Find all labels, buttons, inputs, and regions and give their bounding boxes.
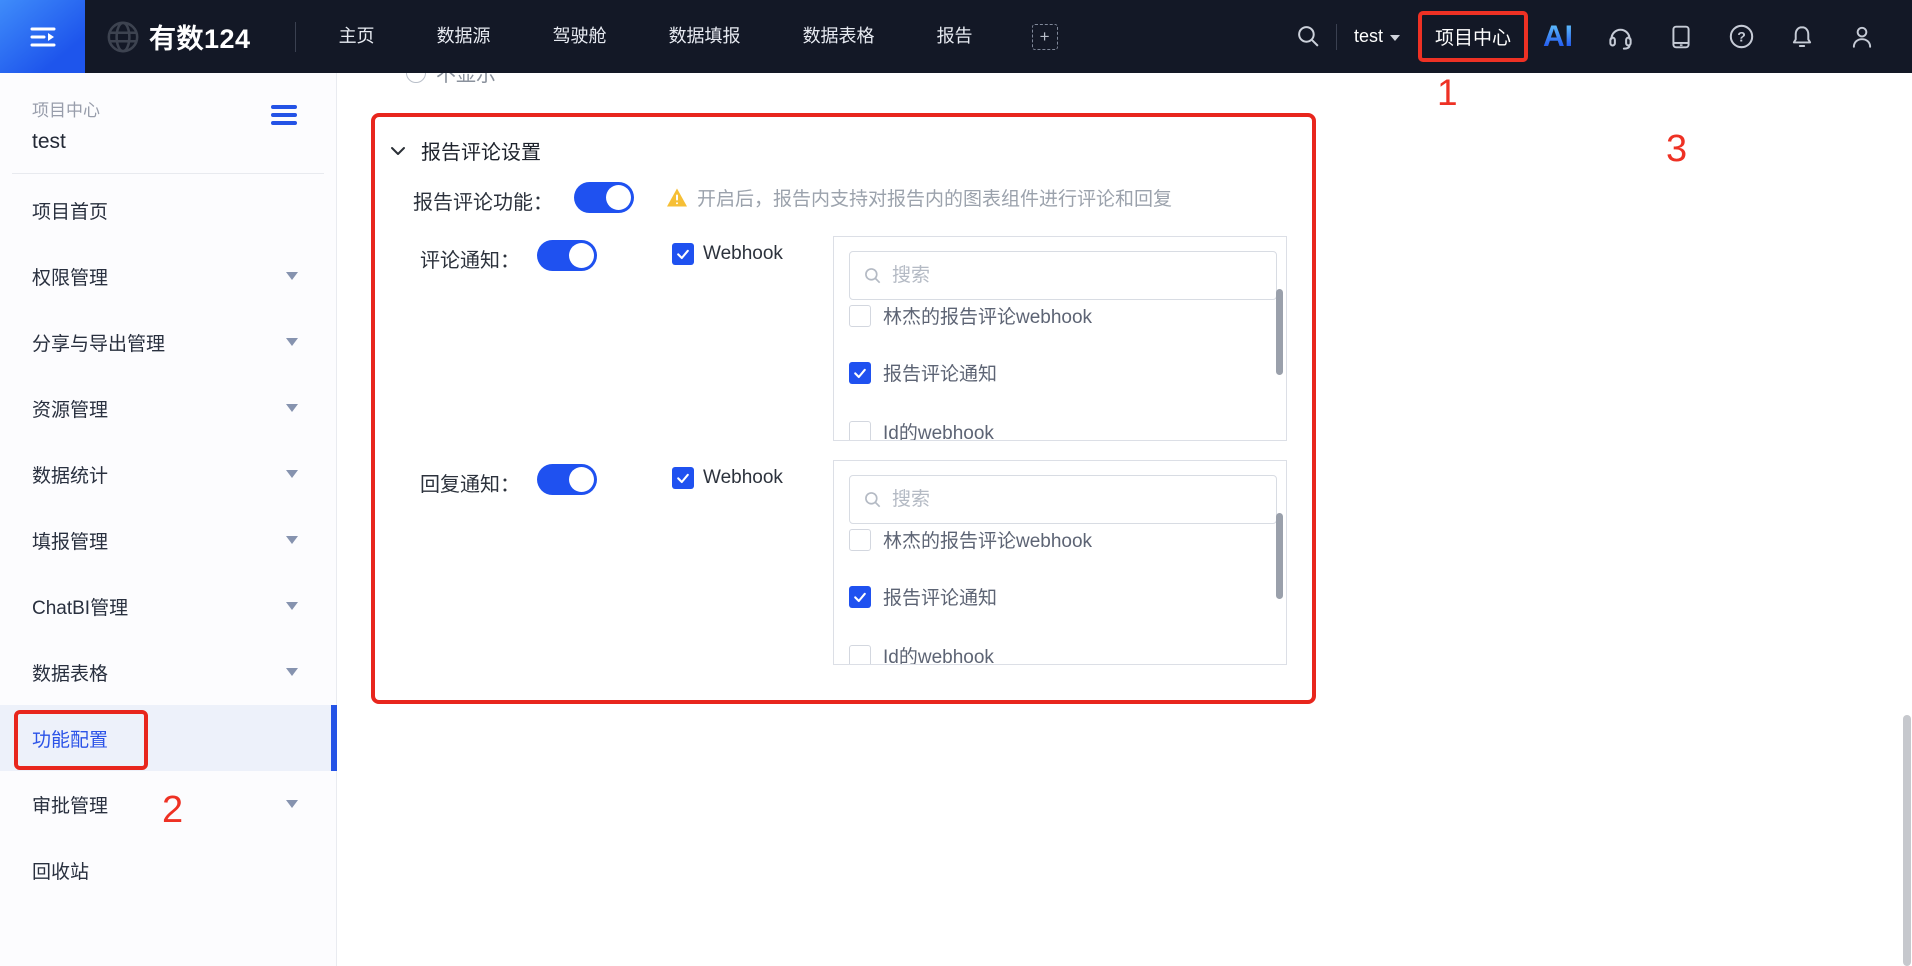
comment-webhook-checkbox[interactable]: Webhook xyxy=(672,243,783,265)
sidebar-item-share-export[interactable]: 分享与导出管理 xyxy=(0,309,336,375)
page-scrollbar-thumb[interactable] xyxy=(1903,715,1911,966)
checkbox-unchecked-icon xyxy=(849,645,871,666)
nav-item-home[interactable]: 主页 xyxy=(308,0,406,73)
navbar-divider xyxy=(1336,24,1337,50)
annotation-number-2: 2 xyxy=(162,791,183,829)
sidebar-item-fill-mgmt[interactable]: 填报管理 xyxy=(0,507,336,573)
caret-down-icon xyxy=(286,536,298,544)
checkbox-checked-icon xyxy=(672,243,694,265)
caret-down-icon xyxy=(286,800,298,808)
feature-toggle-label: 报告评论功能： xyxy=(413,186,553,215)
webhook-option[interactable]: 报告评论通知 xyxy=(849,583,997,610)
webhook-option[interactable]: Id的webhook xyxy=(849,642,994,665)
sidebar-item-chatbi[interactable]: ChatBI管理 xyxy=(0,573,336,639)
menu-collapse-icon xyxy=(28,23,58,51)
sidebar-item-permissions[interactable]: 权限管理 xyxy=(0,243,336,309)
caret-down-icon xyxy=(286,470,298,478)
reply-notify-toggle[interactable] xyxy=(537,464,597,495)
chevron-down-icon xyxy=(388,141,408,161)
primary-nav: 主页 数据源 驾驶舱 数据填报 数据表格 报告 xyxy=(308,0,1004,73)
sidebar-item-data-table[interactable]: 数据表格 xyxy=(0,639,336,705)
sidebar-menu-icon[interactable] xyxy=(271,105,297,129)
sidebar-item-resources[interactable]: 资源管理 xyxy=(0,375,336,441)
project-center-button[interactable]: 项目中心 xyxy=(1418,11,1528,62)
search-icon xyxy=(863,266,883,286)
comment-webhook-list: 林杰的报告评论webhook 报告评论通知 Id的webhook xyxy=(833,236,1287,441)
nav-item-dashboard[interactable]: 驾驶舱 xyxy=(522,0,638,73)
workspace-name: test xyxy=(1354,26,1383,47)
app-window: 有数124 主页 数据源 驾驶舱 数据填报 数据表格 报告 + test 项目中… xyxy=(0,0,1912,966)
checkbox-unchecked-icon xyxy=(849,421,871,442)
comment-webhook-label: Webhook xyxy=(703,243,783,265)
user-account-icon[interactable] xyxy=(1849,24,1875,50)
top-navbar: 有数124 主页 数据源 驾驶舱 数据填报 数据表格 报告 + test 项目中… xyxy=(0,0,1912,73)
webhook-option[interactable]: Id的webhook xyxy=(849,418,994,441)
search-icon[interactable] xyxy=(1296,24,1321,49)
checkbox-checked-icon xyxy=(849,586,871,608)
mobile-device-icon[interactable] xyxy=(1668,24,1694,50)
feature-toggle[interactable] xyxy=(574,182,634,213)
caret-down-icon xyxy=(286,668,298,676)
add-tab-button[interactable]: + xyxy=(1032,24,1058,50)
list-scrollbar-thumb[interactable] xyxy=(1276,513,1283,599)
collapse-menu-button[interactable] xyxy=(0,0,85,73)
nav-item-datasource[interactable]: 数据源 xyxy=(406,0,522,73)
feature-warning: 开启后，报告内支持对报告内的图表组件进行评论和回复 xyxy=(666,184,1172,211)
webhook-option[interactable]: 林杰的报告评论webhook xyxy=(849,302,1092,329)
annotation-number-3: 3 xyxy=(1666,130,1687,168)
section-title: 报告评论设置 xyxy=(421,136,541,165)
webhook-search-box[interactable] xyxy=(849,475,1277,524)
svg-text:?: ? xyxy=(1737,29,1746,45)
sidebar: 项目中心 test 项目首页 权限管理 分享与导出管理 资源管理 数据统计 填报… xyxy=(0,73,337,966)
checkbox-checked-icon xyxy=(849,362,871,384)
headset-support-icon[interactable] xyxy=(1607,23,1634,50)
warning-icon xyxy=(666,187,688,208)
section-header[interactable]: 报告评论设置 xyxy=(388,136,541,165)
help-icon[interactable]: ? xyxy=(1728,23,1755,50)
comment-notify-toggle[interactable] xyxy=(537,240,597,271)
caret-down-icon xyxy=(286,272,298,280)
webhook-search-box[interactable] xyxy=(849,251,1277,300)
webhook-search-input[interactable] xyxy=(892,265,1232,287)
nav-item-report[interactable]: 报告 xyxy=(906,0,1004,73)
annotation-number-1: 1 xyxy=(1437,74,1458,111)
comment-notify-label: 评论通知： xyxy=(420,244,520,273)
chevron-down-icon xyxy=(1390,35,1400,41)
webhook-option[interactable]: 林杰的报告评论webhook xyxy=(849,526,1092,553)
caret-down-icon xyxy=(286,338,298,346)
reply-notify-label: 回复通知： xyxy=(420,468,520,497)
sidebar-item-project-home[interactable]: 项目首页 xyxy=(0,177,336,243)
webhook-option[interactable]: 报告评论通知 xyxy=(849,359,997,386)
reply-webhook-checkbox[interactable]: Webhook xyxy=(672,467,783,489)
brand-title: 有数124 xyxy=(149,17,251,56)
reply-webhook-label: Webhook xyxy=(703,467,783,489)
checkbox-checked-icon xyxy=(672,467,694,489)
reply-webhook-list: 林杰的报告评论webhook 报告评论通知 Id的webhook xyxy=(833,460,1287,665)
webhook-search-input[interactable] xyxy=(892,489,1232,511)
checkbox-unchecked-icon xyxy=(849,305,871,327)
ai-assistant-button[interactable]: AI xyxy=(1543,20,1573,54)
feature-warning-text: 开启后，报告内支持对报告内的图表组件进行评论和回复 xyxy=(697,184,1172,211)
search-icon xyxy=(863,490,883,510)
sidebar-header: 项目中心 test xyxy=(0,73,336,154)
navbar-right-cluster: test 项目中心 AI xyxy=(1296,11,1912,62)
bell-notifications-icon[interactable] xyxy=(1789,24,1815,50)
sidebar-divider xyxy=(12,173,324,174)
navbar-divider xyxy=(295,22,296,52)
sidebar-item-feature-config[interactable]: 功能配置 xyxy=(0,705,336,771)
main-content: 不显示 3 报告评论设置 报告评论功能： 开启后，报告内支持对报告内的图表组件进… xyxy=(338,0,1912,966)
sidebar-project-name: test xyxy=(32,130,336,154)
list-scrollbar-thumb[interactable] xyxy=(1276,289,1283,375)
checkbox-unchecked-icon xyxy=(849,529,871,551)
sidebar-item-data-stats[interactable]: 数据统计 xyxy=(0,441,336,507)
nav-item-datafill[interactable]: 数据填报 xyxy=(638,0,772,73)
globe-icon xyxy=(106,20,140,54)
caret-down-icon xyxy=(286,404,298,412)
caret-down-icon xyxy=(286,602,298,610)
workspace-dropdown[interactable]: test xyxy=(1354,26,1400,47)
sidebar-item-recycle-bin[interactable]: 回收站 xyxy=(0,837,336,903)
nav-item-datatable[interactable]: 数据表格 xyxy=(772,0,906,73)
